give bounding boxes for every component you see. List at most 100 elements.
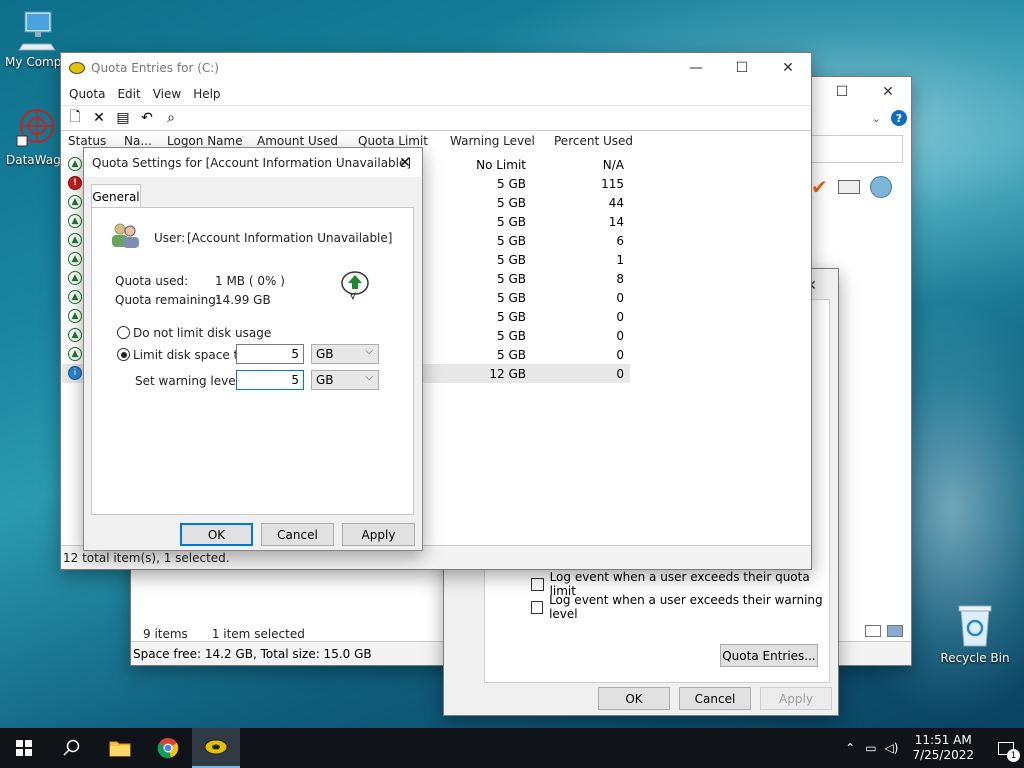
ok-button[interactable]: OK xyxy=(180,523,253,546)
warning-level-cell: 5 GB xyxy=(497,214,526,229)
warning-level-cell: 5 GB xyxy=(497,290,526,305)
checkmark-icon[interactable]: ✔ xyxy=(811,175,828,199)
log-warning-checkbox[interactable]: Log event when a user exceeds their warn… xyxy=(531,593,829,621)
card-icon[interactable] xyxy=(837,180,860,194)
delete-icon[interactable]: ✕ xyxy=(89,108,109,128)
space-info: Space free: 14.2 GB, Total size: 15.0 GB xyxy=(133,646,372,661)
title-bar: Quota Settings for [Account Information … xyxy=(84,148,422,177)
ribbon-controls: ⌄ ? xyxy=(831,107,911,129)
notifications-button[interactable]: 1 xyxy=(988,728,1024,768)
status-ok-icon: ▲ xyxy=(68,195,82,209)
close-icon: ✕ xyxy=(882,84,894,100)
warning-level-cell: No Limit xyxy=(476,157,526,172)
folder-icon xyxy=(109,741,131,757)
column-header-warning[interactable]: Warning Level xyxy=(450,134,535,154)
status-ok-icon: ▲ xyxy=(68,290,82,304)
percent-used-cell: 0 xyxy=(616,309,624,324)
globe-icon[interactable] xyxy=(869,176,892,198)
warning-unit-select[interactable]: GB ⌵ xyxy=(311,370,379,390)
explorer-toolbar: ✔ xyxy=(811,175,892,199)
quota-settings-dialog: Quota Settings for [Account Information … xyxy=(83,147,423,551)
menu-edit[interactable]: Edit xyxy=(111,87,146,101)
dialog-title: Quota Settings for [Account Information … xyxy=(92,155,412,170)
chevron-up-icon[interactable]: ⌃ xyxy=(845,741,855,755)
quota-entries-button[interactable]: Quota Entries... xyxy=(720,644,818,667)
status-ok-icon: ▲ xyxy=(68,157,82,171)
warning-level-cell: 5 GB xyxy=(497,271,526,286)
status-ok-icon: ▲ xyxy=(68,252,82,266)
find-icon[interactable]: ⌕ xyxy=(161,108,181,128)
apply-button[interactable]: Apply xyxy=(760,687,832,710)
column-header-percent[interactable]: Percent Used xyxy=(554,134,633,154)
desktop-icon-label: Recycle Bin xyxy=(940,651,1010,665)
menu-help[interactable]: Help xyxy=(187,87,226,101)
help-icon[interactable]: ? xyxy=(891,110,907,126)
search-button[interactable] xyxy=(48,728,96,768)
start-button[interactable] xyxy=(0,728,48,768)
warning-value-input[interactable] xyxy=(236,370,304,390)
status-text: 12 total item(s), 1 selected. xyxy=(63,550,230,565)
toolbar: 🗋 ✕ ▤ ↶ ⌕ xyxy=(61,105,811,131)
checkbox-box[interactable] xyxy=(531,577,544,591)
cancel-button[interactable]: Cancel xyxy=(679,687,751,710)
close-button[interactable]: ✕ xyxy=(765,53,811,83)
chevron-down-icon[interactable]: ⌄ xyxy=(872,112,881,125)
taskbar-chrome[interactable] xyxy=(144,728,192,768)
maximize-icon: ☐ xyxy=(735,60,749,76)
taskbar-file-explorer[interactable] xyxy=(96,728,144,768)
close-icon: ✕ xyxy=(782,60,794,76)
checkbox-box[interactable] xyxy=(531,600,544,614)
minimize-button[interactable]: — xyxy=(673,53,719,83)
status-ok-icon: ▲ xyxy=(68,328,82,342)
ok-button[interactable]: OK xyxy=(598,687,670,710)
clock[interactable]: 11:51 AM 7/25/2022 xyxy=(912,733,974,763)
taskbar: ⌃ ▭ ◁) 11:51 AM 7/25/2022 1 xyxy=(0,728,1024,768)
properties-icon[interactable]: ▤ xyxy=(113,108,133,128)
status-ok-icon: ▲ xyxy=(68,347,82,361)
large-icons-view-icon[interactable] xyxy=(887,625,903,637)
close-icon: ✕ xyxy=(399,154,411,171)
item-count: 9 items xyxy=(143,627,188,641)
limit-unit-select[interactable]: GB ⌵ xyxy=(311,344,379,364)
network-icon[interactable]: ▭ xyxy=(865,741,876,755)
user-label: User: xyxy=(154,231,186,245)
desktop-icon-recycle-bin[interactable]: Recycle Bin xyxy=(935,602,1015,665)
percent-used-cell: 0 xyxy=(616,328,624,343)
warning-level-cell: 12 GB xyxy=(489,366,526,381)
percent-used-cell: 6 xyxy=(616,233,624,248)
limit-label: Limit disk space to xyxy=(133,348,246,362)
no-limit-label: Do not limit disk usage xyxy=(133,326,272,340)
percent-used-cell: 8 xyxy=(616,271,624,286)
general-panel: User: [Account Information Unavailable] … xyxy=(91,207,414,515)
quota-used-label: Quota used: xyxy=(115,274,189,288)
details-view-icon[interactable] xyxy=(865,625,881,637)
limit-radio[interactable] xyxy=(117,348,130,361)
maximize-button[interactable]: ☐ xyxy=(819,77,865,107)
percent-used-cell: 0 xyxy=(616,347,624,362)
status-ok-icon xyxy=(341,271,369,301)
no-limit-radio[interactable] xyxy=(117,326,130,339)
percent-used-cell: 14 xyxy=(608,214,624,229)
cancel-button[interactable]: Cancel xyxy=(261,523,334,546)
new-entry-icon[interactable]: 🗋 xyxy=(65,108,85,128)
quota-remaining-value: 14.99 GB xyxy=(215,293,271,307)
warning-level-cell: 5 GB xyxy=(497,328,526,343)
status-ok-icon: ▲ xyxy=(68,309,82,323)
search-input[interactable] xyxy=(811,135,903,163)
close-button[interactable]: ✕ xyxy=(388,148,422,177)
user-value: [Account Information Unavailable] xyxy=(187,231,393,245)
tab-general[interactable]: General xyxy=(91,184,141,208)
menu-view[interactable]: View xyxy=(147,87,187,101)
search-icon xyxy=(63,739,80,756)
taskbar-quota-app[interactable] xyxy=(192,728,240,768)
limit-value-input[interactable] xyxy=(236,344,304,364)
maximize-button[interactable]: ☐ xyxy=(719,53,765,83)
close-button[interactable]: ✕ xyxy=(865,77,911,107)
menu-quota[interactable]: Quota xyxy=(63,87,111,101)
apply-button[interactable]: Apply xyxy=(342,523,415,546)
warning-level-cell: 5 GB xyxy=(497,176,526,191)
window-controls: ☐ ✕ xyxy=(819,77,911,107)
undo-icon[interactable]: ↶ xyxy=(137,108,157,128)
warning-level-cell: 5 GB xyxy=(497,195,526,210)
volume-icon[interactable]: ◁) xyxy=(885,741,899,755)
